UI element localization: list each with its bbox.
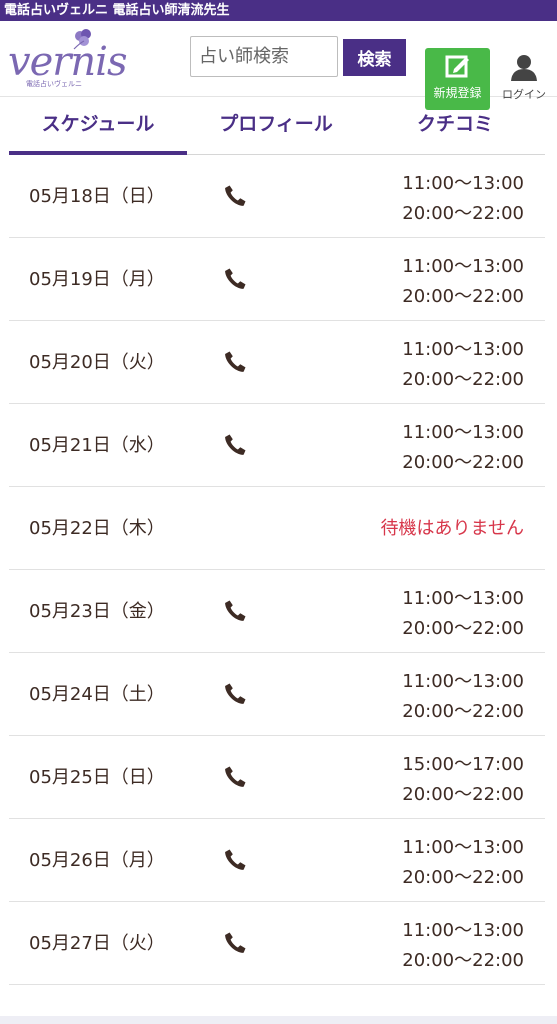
time-slot: 20:00〜22:00 xyxy=(402,286,524,307)
time-slot: 15:00〜17:00 xyxy=(402,754,524,775)
search-button[interactable]: 検索 xyxy=(343,39,406,76)
tab-bar: スケジュール プロフィール クチコミ xyxy=(9,97,545,155)
phone-icon xyxy=(225,849,246,870)
phone-icon xyxy=(225,185,246,206)
no-availability-notice: 待機はありません xyxy=(380,518,524,539)
logo-subtitle: 電話占いヴェルニ xyxy=(26,80,82,88)
phone-icon xyxy=(225,351,246,372)
time-slot: 20:00〜22:00 xyxy=(402,452,524,473)
schedule-times: 11:00〜13:00 20:00〜22:00 xyxy=(402,916,524,976)
schedule-times: 11:00〜13:00 20:00〜22:00 xyxy=(402,252,524,312)
schedule-row: 05月19日（月） 11:00〜13:00 20:00〜22:00 xyxy=(9,238,545,321)
schedule-row: 05月25日（日） 15:00〜17:00 20:00〜22:00 xyxy=(9,736,545,819)
schedule-row: 05月22日（木） 待機はありません xyxy=(9,487,545,570)
site-title: 電話占いヴェルニ 電話占い師清流先生 xyxy=(4,3,230,18)
time-slot: 20:00〜22:00 xyxy=(402,369,524,390)
tab-reviews[interactable]: クチコミ xyxy=(365,97,545,155)
schedule-date: 05月27日（火） xyxy=(29,933,165,954)
top-title-bar: 電話占いヴェルニ 電話占い師清流先生 xyxy=(0,0,557,21)
schedule-date: 05月19日（月） xyxy=(29,269,165,290)
time-slot: 11:00〜13:00 xyxy=(402,837,524,858)
phone-icon xyxy=(225,932,246,953)
time-slot: 11:00〜13:00 xyxy=(402,422,524,443)
time-slot: 20:00〜22:00 xyxy=(402,701,524,722)
edit-icon xyxy=(445,55,469,78)
header: vernis 電話占いヴェルニ 検索 新規登録 ログイン xyxy=(0,21,557,110)
schedule-date: 05月20日（火） xyxy=(29,352,165,373)
search-input[interactable] xyxy=(190,36,338,77)
login-button[interactable]: ログイン xyxy=(495,53,553,102)
schedule-times: 11:00〜13:00 20:00〜22:00 xyxy=(402,335,524,395)
schedule-row: 05月20日（火） 11:00〜13:00 20:00〜22:00 xyxy=(9,321,545,404)
schedule-date: 05月18日（日） xyxy=(29,186,165,207)
time-slot: 20:00〜22:00 xyxy=(402,950,524,971)
phone-icon xyxy=(225,434,246,455)
schedule-row: 05月23日（金） 11:00〜13:00 20:00〜22:00 xyxy=(9,570,545,653)
schedule-times: 11:00〜13:00 20:00〜22:00 xyxy=(402,169,524,229)
time-slot: 11:00〜13:00 xyxy=(402,588,524,609)
schedule-row: 05月24日（土） 11:00〜13:00 20:00〜22:00 xyxy=(9,653,545,736)
schedule-times: 11:00〜13:00 20:00〜22:00 xyxy=(402,584,524,644)
schedule-list: 05月18日（日） 11:00〜13:00 20:00〜22:00 05月19日… xyxy=(9,155,545,985)
schedule-times: 11:00〜13:00 20:00〜22:00 xyxy=(402,833,524,893)
schedule-times: 15:00〜17:00 20:00〜22:00 xyxy=(402,750,524,810)
time-slot: 20:00〜22:00 xyxy=(402,867,524,888)
time-slot: 20:00〜22:00 xyxy=(402,784,524,805)
bottom-bar xyxy=(0,1016,557,1024)
phone-icon xyxy=(225,600,246,621)
user-icon xyxy=(511,55,537,81)
tab-schedule[interactable]: スケジュール xyxy=(9,97,187,155)
schedule-date: 05月26日（月） xyxy=(29,850,165,871)
time-slot: 20:00〜22:00 xyxy=(402,618,524,639)
tab-profile[interactable]: プロフィール xyxy=(187,97,365,155)
time-slot: 20:00〜22:00 xyxy=(402,203,524,224)
schedule-date: 05月25日（日） xyxy=(29,767,165,788)
phone-icon xyxy=(225,683,246,704)
schedule-date: 05月21日（水） xyxy=(29,435,165,456)
phone-icon xyxy=(225,268,246,289)
schedule-date: 05月22日（木） xyxy=(29,518,165,539)
time-slot: 11:00〜13:00 xyxy=(402,920,524,941)
schedule-row: 05月27日（火） 11:00〜13:00 20:00〜22:00 xyxy=(9,902,545,985)
schedule-date: 05月23日（金） xyxy=(29,601,165,622)
schedule-row: 05月26日（月） 11:00〜13:00 20:00〜22:00 xyxy=(9,819,545,902)
time-slot: 11:00〜13:00 xyxy=(402,339,524,360)
vernis-logo[interactable]: vernis 電話占いヴェルニ xyxy=(8,27,127,89)
time-slot: 11:00〜13:00 xyxy=(402,256,524,277)
schedule-times: 11:00〜13:00 20:00〜22:00 xyxy=(402,418,524,478)
schedule-date: 05月24日（土） xyxy=(29,684,165,705)
time-slot: 11:00〜13:00 xyxy=(402,173,524,194)
phone-icon xyxy=(225,766,246,787)
schedule-row: 05月21日（水） 11:00〜13:00 20:00〜22:00 xyxy=(9,404,545,487)
schedule-row: 05月18日（日） 11:00〜13:00 20:00〜22:00 xyxy=(9,155,545,238)
time-slot: 11:00〜13:00 xyxy=(402,671,524,692)
schedule-times: 11:00〜13:00 20:00〜22:00 xyxy=(402,667,524,727)
